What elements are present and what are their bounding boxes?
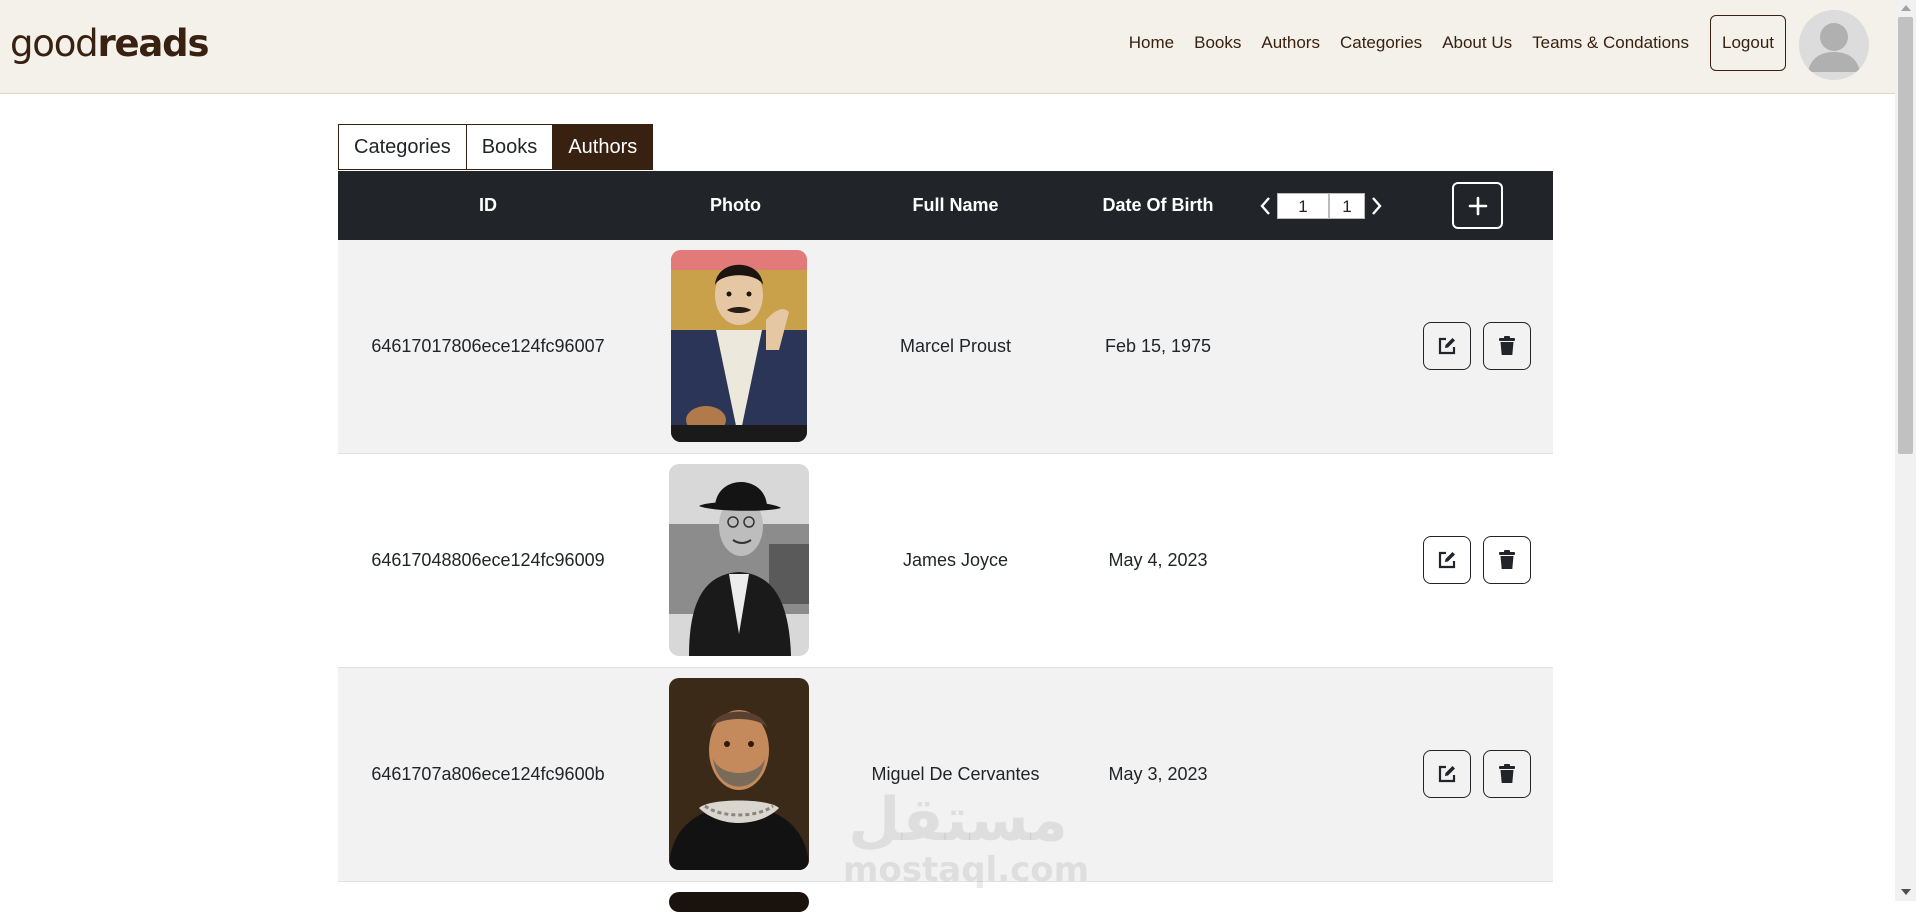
- total-pages-number: 1: [1329, 193, 1365, 219]
- nav-link-books[interactable]: Books: [1194, 31, 1241, 55]
- edit-author-button[interactable]: [1423, 322, 1471, 370]
- delete-author-button[interactable]: [1483, 536, 1531, 584]
- user-avatar-icon: [1808, 23, 1860, 72]
- trash-icon: [1499, 764, 1515, 783]
- author-date-of-birth: May 3, 2023: [1108, 764, 1208, 784]
- column-header-photo: Photo: [710, 195, 761, 215]
- edit-author-button[interactable]: [1423, 536, 1471, 584]
- edit-icon: [1438, 337, 1456, 355]
- nav-link-categories[interactable]: Categories: [1340, 31, 1422, 55]
- next-page-chevron-icon[interactable]: [1365, 193, 1387, 219]
- edit-icon: [1438, 551, 1456, 569]
- plus-icon: [1468, 196, 1487, 215]
- author-photo: [669, 678, 809, 870]
- nav-link-authors[interactable]: Authors: [1261, 31, 1320, 55]
- column-header-date-of-birth: Date Of Birth: [1102, 195, 1214, 215]
- table-row: 64617048806ece124fc96009 James Joyce May…: [338, 454, 1553, 668]
- column-header-id: ID: [479, 195, 497, 215]
- trash-icon: [1499, 550, 1515, 569]
- author-id: 64617017806ece124fc96007: [371, 336, 605, 356]
- admin-tabs: Categories Books Authors: [338, 124, 654, 170]
- pagination: 1 1: [1255, 193, 1387, 219]
- author-id: 6461707a806ece124fc9600b: [371, 764, 605, 784]
- author-photo: [669, 892, 809, 912]
- column-header-full-name: Full Name: [912, 195, 999, 215]
- scroll-up-arrow-icon[interactable]: [1901, 5, 1911, 11]
- edit-icon: [1438, 765, 1456, 783]
- nav-link-home[interactable]: Home: [1129, 31, 1174, 55]
- author-photo: [669, 464, 809, 656]
- scroll-down-arrow-icon[interactable]: [1901, 889, 1911, 895]
- watermark-latin: mostaql.com: [843, 850, 1090, 890]
- logout-button[interactable]: Logout: [1710, 15, 1786, 71]
- tab-categories[interactable]: Categories: [338, 124, 467, 170]
- user-avatar[interactable]: [1799, 10, 1869, 80]
- author-date-of-birth: May 4, 2023: [1108, 550, 1208, 570]
- watermark: مستقل mostaql.com: [843, 785, 1090, 890]
- top-navbar: goodreads Home Books Authors Categories …: [0, 0, 1895, 94]
- watermark-arabic: مستقل: [848, 785, 1068, 855]
- trash-icon: [1499, 336, 1515, 355]
- delete-author-button[interactable]: [1483, 750, 1531, 798]
- nav-link-terms[interactable]: Teams & Condations: [1532, 31, 1689, 55]
- edit-author-button[interactable]: [1423, 750, 1471, 798]
- table-row: 64617017806ece124fc96007 Marcel Proust F…: [338, 240, 1553, 454]
- nav-links: Home Books Authors Categories About Us T…: [1129, 31, 1689, 55]
- goodreads-logo[interactable]: goodreads: [10, 20, 209, 68]
- add-author-button[interactable]: [1452, 182, 1503, 229]
- author-photo: [671, 250, 807, 442]
- authors-table-header: ID Photo Full Name Date Of Birth 1 1: [338, 171, 1553, 240]
- author-date-of-birth: Feb 15, 1975: [1104, 336, 1212, 356]
- scrollbar-thumb[interactable]: [1898, 17, 1913, 454]
- author-id: 64617048806ece124fc96009: [371, 550, 605, 570]
- author-full-name: James Joyce: [902, 550, 1009, 570]
- tab-books[interactable]: Books: [466, 124, 554, 170]
- nav-link-about-us[interactable]: About Us: [1442, 31, 1512, 55]
- current-page-number[interactable]: 1: [1277, 193, 1329, 219]
- previous-page-chevron-icon[interactable]: [1255, 193, 1277, 219]
- tab-authors[interactable]: Authors: [553, 124, 654, 170]
- delete-author-button[interactable]: [1483, 322, 1531, 370]
- author-full-name: Marcel Proust: [899, 336, 1012, 356]
